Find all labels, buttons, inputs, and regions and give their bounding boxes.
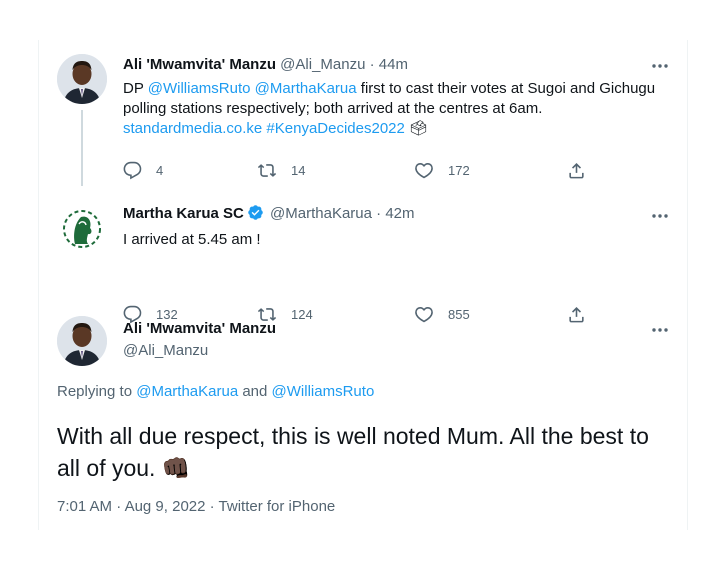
reply-button[interactable]: 4	[123, 161, 163, 180]
text-segment: DP	[123, 80, 148, 97]
conversation-panel: Ali 'Mwamvita' Manzu @Ali_Manzu · 44m DP…	[38, 40, 688, 530]
author-handle[interactable]: @MarthaKarua	[270, 205, 372, 222]
tweet-header: Ali 'Mwamvita' Manzu @Ali_Manzu · 44m	[123, 55, 408, 75]
reply-count: 4	[156, 163, 164, 178]
main-tweet[interactable]: Ali 'Mwamvita' Manzu @Ali_Manzu Replying…	[39, 306, 689, 530]
replying-to: Replying to @MarthaKarua and @WilliamsRu…	[57, 383, 374, 400]
share-button[interactable]	[567, 161, 586, 180]
author-name[interactable]: Ali 'Mwamvita' Manzu	[123, 319, 276, 339]
like-count: 172	[448, 163, 470, 178]
article-link[interactable]: standardmedia.co.ke	[123, 120, 262, 137]
avatar-ali-manzu[interactable]	[57, 316, 107, 366]
main-tweet-text: With all due respect, this is well noted…	[57, 420, 657, 484]
retweet-icon	[257, 161, 277, 180]
like-button[interactable]: 172	[414, 161, 470, 180]
tweet-meta: 7:01 AM · Aug 9, 2022 · Twitter for iPho…	[57, 498, 335, 515]
separator-dot: ·	[116, 498, 122, 515]
more-icon[interactable]	[649, 56, 671, 76]
retweet-count: 14	[291, 163, 306, 178]
main-tweet-text-body: With all due respect, this is well noted…	[57, 423, 649, 481]
hashtag-link[interactable]: #KenyaDecides2022	[266, 120, 404, 137]
tweet-date[interactable]: Aug 9, 2022	[125, 498, 206, 515]
tweet-martha-karua[interactable]: Martha Karua SC @MarthaKarua · 42m I arr…	[39, 186, 689, 324]
mention-marthakarua[interactable]: @MarthaKarua	[136, 383, 238, 400]
like-icon	[414, 161, 434, 180]
reply-icon	[123, 161, 142, 180]
mention-marthakarua[interactable]: @MarthaKarua	[255, 80, 357, 97]
main-tweet-author: Ali 'Mwamvita' Manzu @Ali_Manzu	[123, 319, 276, 361]
author-handle[interactable]: @Ali_Manzu	[123, 341, 276, 361]
author-name[interactable]: Ali 'Mwamvita' Manzu	[123, 56, 276, 73]
tweet-text: DP @WilliamsRuto @MarthaKarua first to c…	[123, 79, 683, 139]
mention-williamsruto[interactable]: @WilliamsRuto	[272, 383, 375, 400]
verified-icon	[247, 204, 264, 227]
avatar-martha-karua-image	[57, 204, 107, 254]
more-icon[interactable]	[649, 206, 671, 226]
separator-dot: ·	[376, 205, 382, 222]
avatar-martha-karua[interactable]	[57, 204, 107, 254]
author-name[interactable]: Martha Karua SC	[123, 205, 244, 222]
tweet-time[interactable]: 42m	[385, 205, 414, 222]
ballot-box-emoji: 🗳	[409, 120, 429, 137]
tweet-ali-manzu[interactable]: Ali 'Mwamvita' Manzu @Ali_Manzu · 44m DP…	[39, 40, 689, 186]
share-icon	[567, 161, 586, 180]
avatar-ali-manzu-image	[57, 54, 107, 104]
replying-prefix: Replying to	[57, 383, 137, 400]
fist-bump-emoji: 👊🏿	[161, 455, 191, 481]
tweet-timestamp[interactable]: 7:01 AM	[57, 498, 112, 515]
retweet-button[interactable]: 14	[257, 161, 305, 180]
avatar-ali-manzu[interactable]	[57, 54, 107, 104]
replying-and: and	[238, 383, 272, 400]
author-handle[interactable]: @Ali_Manzu	[280, 56, 365, 73]
tweet-time[interactable]: 44m	[379, 56, 408, 73]
mention-williamsruto[interactable]: @WilliamsRuto	[148, 80, 251, 97]
tweet-source[interactable]: Twitter for iPhone	[219, 498, 336, 515]
tweet-header: Martha Karua SC @MarthaKarua · 42m	[123, 204, 415, 227]
more-icon[interactable]	[649, 320, 671, 340]
separator-dot: ·	[369, 56, 375, 73]
thread-line	[81, 110, 83, 186]
avatar-ali-manzu-image	[57, 316, 107, 366]
tweet-actions: 4 14 172	[123, 161, 593, 181]
tweet-text: I arrived at 5.45 am !	[123, 231, 261, 248]
separator-dot: ·	[209, 498, 215, 515]
